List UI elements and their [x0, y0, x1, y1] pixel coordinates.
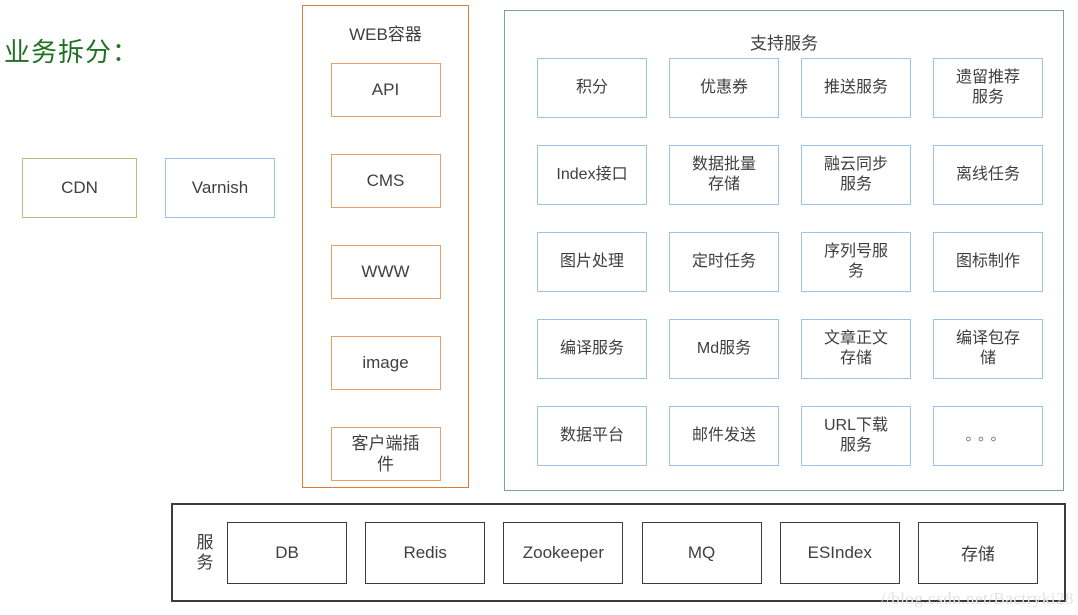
support-services-grid: 积分 优惠券 推送服务 遗留推荐 服务 Index接口 数据批量 存储 融云同步…	[537, 58, 1043, 482]
service-item: 文章正文 存储	[801, 319, 911, 379]
page-title: 业务拆分：	[4, 37, 140, 67]
infrastructure-item: MQ	[641, 521, 762, 584]
service-item: 遗留推荐 服务	[933, 58, 1043, 118]
infrastructure-group: 服 务 DB Redis Zookeeper MQ ESIndex 存储	[171, 503, 1066, 602]
infrastructure-item-label: Redis	[403, 542, 447, 562]
service-item: Md服务	[669, 319, 779, 379]
web-item: 客户端插 件	[330, 427, 441, 481]
node-cdn-label: CDN	[61, 178, 98, 197]
web-item: image	[330, 336, 441, 390]
infrastructure-item: Redis	[365, 521, 486, 584]
service-item: 序列号服 务	[801, 232, 911, 292]
web-item: API	[330, 63, 441, 117]
web-container-group: WEB容器 API CMS WWW image 客户端插 件	[302, 5, 469, 488]
service-item: 优惠券	[669, 58, 779, 118]
service-item: 离线任务	[933, 145, 1043, 205]
support-services-title: 支持服务	[750, 34, 818, 53]
infrastructure-item-label: Zookeeper	[522, 542, 605, 562]
node-varnish-label: Varnish	[191, 178, 249, 197]
web-item: WWW	[330, 245, 441, 299]
service-item: Index接口	[537, 145, 647, 205]
infrastructure-item-label: ESIndex	[807, 542, 872, 562]
service-item: 推送服务	[801, 58, 911, 118]
node-varnish: Varnish	[165, 158, 275, 218]
infrastructure-item: 存储	[917, 521, 1038, 584]
node-cdn: CDN	[22, 158, 137, 218]
infrastructure-item: ESIndex	[779, 521, 900, 584]
infrastructure-item: Zookeeper	[503, 521, 624, 584]
service-item: 融云同步 服务	[801, 145, 911, 205]
service-item: 编译服务	[537, 319, 647, 379]
web-item-label: 客户端插 件	[351, 433, 420, 474]
infrastructure-item-label: MQ	[687, 542, 716, 562]
service-item: 编译包存 储	[933, 319, 1043, 379]
web-item-label: CMS	[366, 171, 405, 191]
web-container-item-list: API CMS WWW image 客户端插 件	[303, 63, 468, 481]
infrastructure-label: 服 务	[196, 532, 214, 572]
service-item: URL下载 服务	[801, 406, 911, 466]
service-item: 积分	[537, 58, 647, 118]
web-container-title: WEB容器	[349, 25, 422, 44]
web-item-label: image	[362, 353, 409, 373]
infrastructure-item-label: 存储	[960, 545, 995, 564]
web-item-label: API	[371, 80, 400, 100]
service-item-ellipsis: 。。。	[933, 406, 1043, 466]
infrastructure-item-label: DB	[275, 542, 299, 562]
service-item: 定时任务	[669, 232, 779, 292]
service-item: 图标制作	[933, 232, 1043, 292]
service-item: 邮件发送	[669, 406, 779, 466]
support-services-group: 支持服务 积分 优惠券 推送服务 遗留推荐 服务 Index接口 数据批量 存储…	[504, 10, 1064, 491]
service-item: 数据平台	[537, 406, 647, 466]
web-item: CMS	[330, 154, 441, 208]
infrastructure-item-list: DB Redis Zookeeper MQ ESIndex 存储	[227, 521, 1064, 584]
web-item-label: WWW	[361, 262, 410, 282]
service-item: 数据批量 存储	[669, 145, 779, 205]
service-item: 图片处理	[537, 232, 647, 292]
infrastructure-item: DB	[227, 521, 347, 584]
